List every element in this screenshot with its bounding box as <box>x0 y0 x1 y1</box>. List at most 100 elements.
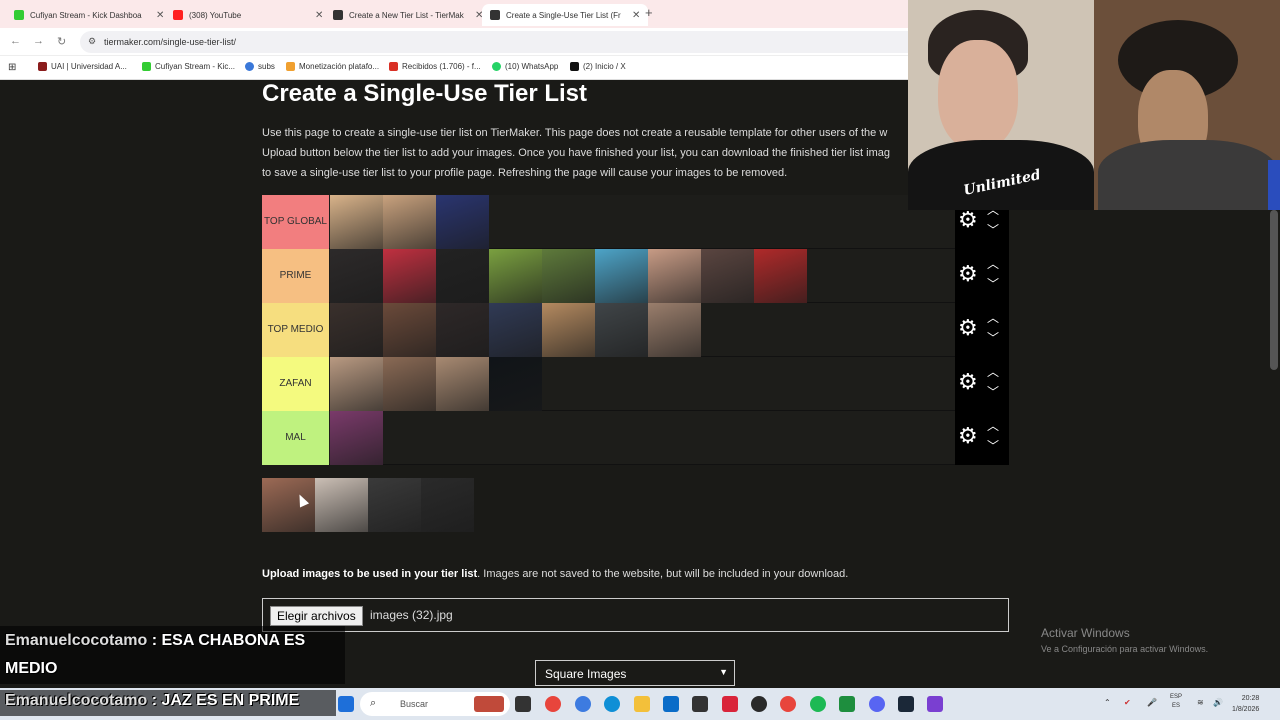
pool-image[interactable] <box>315 478 368 532</box>
tier-label[interactable]: MAL <box>262 411 329 465</box>
tier-image[interactable] <box>383 195 436 249</box>
tier-image[interactable] <box>436 357 489 411</box>
task-view-icon[interactable] <box>515 696 531 712</box>
tier-label[interactable]: TOP GLOBAL <box>262 195 329 249</box>
tab-title: Create a Single-Use Tier List (Fr <box>506 10 621 20</box>
reload-icon[interactable]: ↻ <box>57 35 66 48</box>
close-icon[interactable]: ✕ <box>632 10 640 21</box>
gear-icon[interactable]: ⚙ <box>958 209 978 231</box>
url-input[interactable]: ⚙ tiermaker.com/single-use-tier-list/ <box>80 31 920 53</box>
bookmark-monetizacion[interactable]: Monetización platafo... <box>286 62 379 71</box>
tier-image[interactable] <box>489 303 542 357</box>
choose-files-button[interactable]: Elegir archivos <box>270 606 363 626</box>
bookmark-gmail[interactable]: Recibidos (1.706) - f... <box>389 62 481 71</box>
pool-image[interactable] <box>368 478 421 532</box>
bookmark-subs[interactable]: subs <box>245 62 275 71</box>
tier-image[interactable] <box>595 249 648 303</box>
tier-image[interactable] <box>542 303 595 357</box>
tab-youtube[interactable]: (308) YouTube ✕ <box>165 4 331 26</box>
chevron-up-icon[interactable]: ︿ <box>987 255 999 272</box>
tier-image[interactable] <box>383 303 436 357</box>
tier-label[interactable]: TOP MEDIO <box>262 303 329 357</box>
tier-image[interactable] <box>648 249 701 303</box>
tier-image[interactable] <box>754 249 807 303</box>
tier-image[interactable] <box>383 249 436 303</box>
close-icon[interactable]: ✕ <box>315 10 323 21</box>
tab-title: Create a New Tier List - TierMak <box>349 10 464 20</box>
chevron-up-icon[interactable]: ⌃ <box>1104 698 1111 707</box>
spotify-icon[interactable] <box>810 696 826 712</box>
language-indicator[interactable]: ESP ES <box>1170 693 1182 711</box>
tier-image[interactable] <box>701 249 754 303</box>
outlook-icon[interactable] <box>663 696 679 712</box>
chevron-up-icon[interactable]: ︿ <box>987 309 999 326</box>
store-icon[interactable] <box>692 696 708 712</box>
pool-image[interactable] <box>421 478 474 532</box>
wifi-icon[interactable]: ≋ <box>1197 698 1204 707</box>
chevron-down-icon[interactable]: ﹀ <box>987 275 999 292</box>
gear-icon[interactable]: ⚙ <box>958 317 978 339</box>
gear-icon[interactable]: ⚙ <box>958 425 978 447</box>
tier-image[interactable] <box>436 249 489 303</box>
close-icon[interactable]: ✕ <box>156 10 164 21</box>
edge-icon[interactable] <box>604 696 620 712</box>
site-info-icon[interactable]: ⚙ <box>88 36 96 47</box>
tier-image[interactable] <box>595 303 648 357</box>
tier-image[interactable] <box>330 195 383 249</box>
tab-new-tier-list[interactable]: Create a New Tier List - TierMak ✕ <box>325 4 491 26</box>
antivirus-icon[interactable]: ✔ <box>1124 698 1131 707</box>
tier-label[interactable]: PRIME <box>262 249 329 303</box>
chevron-up-icon[interactable]: ︿ <box>987 417 999 434</box>
pool-image[interactable] <box>262 478 315 532</box>
windows-start-icon[interactable] <box>338 696 354 712</box>
chevron-up-icon[interactable]: ︿ <box>987 363 999 380</box>
chevron-down-icon[interactable]: ﹀ <box>987 221 999 238</box>
file-explorer-icon[interactable] <box>634 696 650 712</box>
tier-image[interactable] <box>330 357 383 411</box>
tier-image[interactable] <box>489 357 542 411</box>
gear-icon[interactable]: ⚙ <box>958 263 978 285</box>
app-icon[interactable] <box>927 696 943 712</box>
bookmark-whatsapp[interactable]: (10) WhatsApp <box>492 62 558 71</box>
chrome-icon[interactable] <box>545 696 561 712</box>
tier-label[interactable]: ZAFAN <box>262 357 329 411</box>
tier-image[interactable] <box>648 303 701 357</box>
bookmark-kick[interactable]: Cufiyan Stream - Kic... <box>142 62 235 71</box>
bookmark-x[interactable]: (2) Inicio / X <box>570 62 626 71</box>
taskbar-clock[interactable]: 20:28 1/8/2026 <box>1232 693 1259 715</box>
chevron-down-icon[interactable]: ﹀ <box>987 437 999 454</box>
back-icon[interactable]: ← <box>10 35 21 47</box>
tab-single-use-tier-list[interactable]: Create a Single-Use Tier List (Fr ✕ <box>482 4 649 26</box>
tier-image[interactable] <box>330 411 383 465</box>
tab-kick-dashboard[interactable]: Cufiyan Stream - Kick Dashboa ✕ <box>6 4 172 26</box>
file-upload-field[interactable]: Elegir archivos images (32).jpg <box>262 598 1009 632</box>
tier-items <box>330 411 383 465</box>
gear-icon[interactable]: ⚙ <box>958 371 978 393</box>
tier-image[interactable] <box>436 303 489 357</box>
forward-icon[interactable]: → <box>33 35 44 47</box>
chrome-icon[interactable] <box>780 696 796 712</box>
steam-icon[interactable] <box>898 696 914 712</box>
new-tab-button[interactable]: + <box>645 5 653 20</box>
discord-icon[interactable] <box>869 696 885 712</box>
obs-icon[interactable] <box>751 696 767 712</box>
tier-image[interactable] <box>383 357 436 411</box>
chevron-down-icon[interactable]: ﹀ <box>987 383 999 400</box>
wps-icon[interactable] <box>722 696 738 712</box>
microphone-icon[interactable]: 🎤 <box>1147 698 1157 707</box>
volume-icon[interactable]: 🔊 <box>1213 698 1223 707</box>
page-scrollbar[interactable] <box>1270 210 1278 370</box>
tier-image[interactable] <box>330 303 383 357</box>
apps-icon[interactable]: ⊞ <box>8 62 16 73</box>
tier-image[interactable] <box>489 249 542 303</box>
intro-line: Upload button below the tier list to add… <box>262 147 890 159</box>
widget-icon[interactable] <box>474 696 504 712</box>
copilot-icon[interactable] <box>575 696 591 712</box>
tier-image[interactable] <box>542 249 595 303</box>
chevron-down-icon[interactable]: ﹀ <box>987 329 999 346</box>
excel-icon[interactable] <box>839 696 855 712</box>
bookmark-uai[interactable]: UAI | Universidad A... <box>38 62 127 71</box>
tier-image[interactable] <box>330 249 383 303</box>
image-mode-select[interactable]: Square Images ▼ <box>535 660 735 686</box>
tier-image[interactable] <box>436 195 489 249</box>
